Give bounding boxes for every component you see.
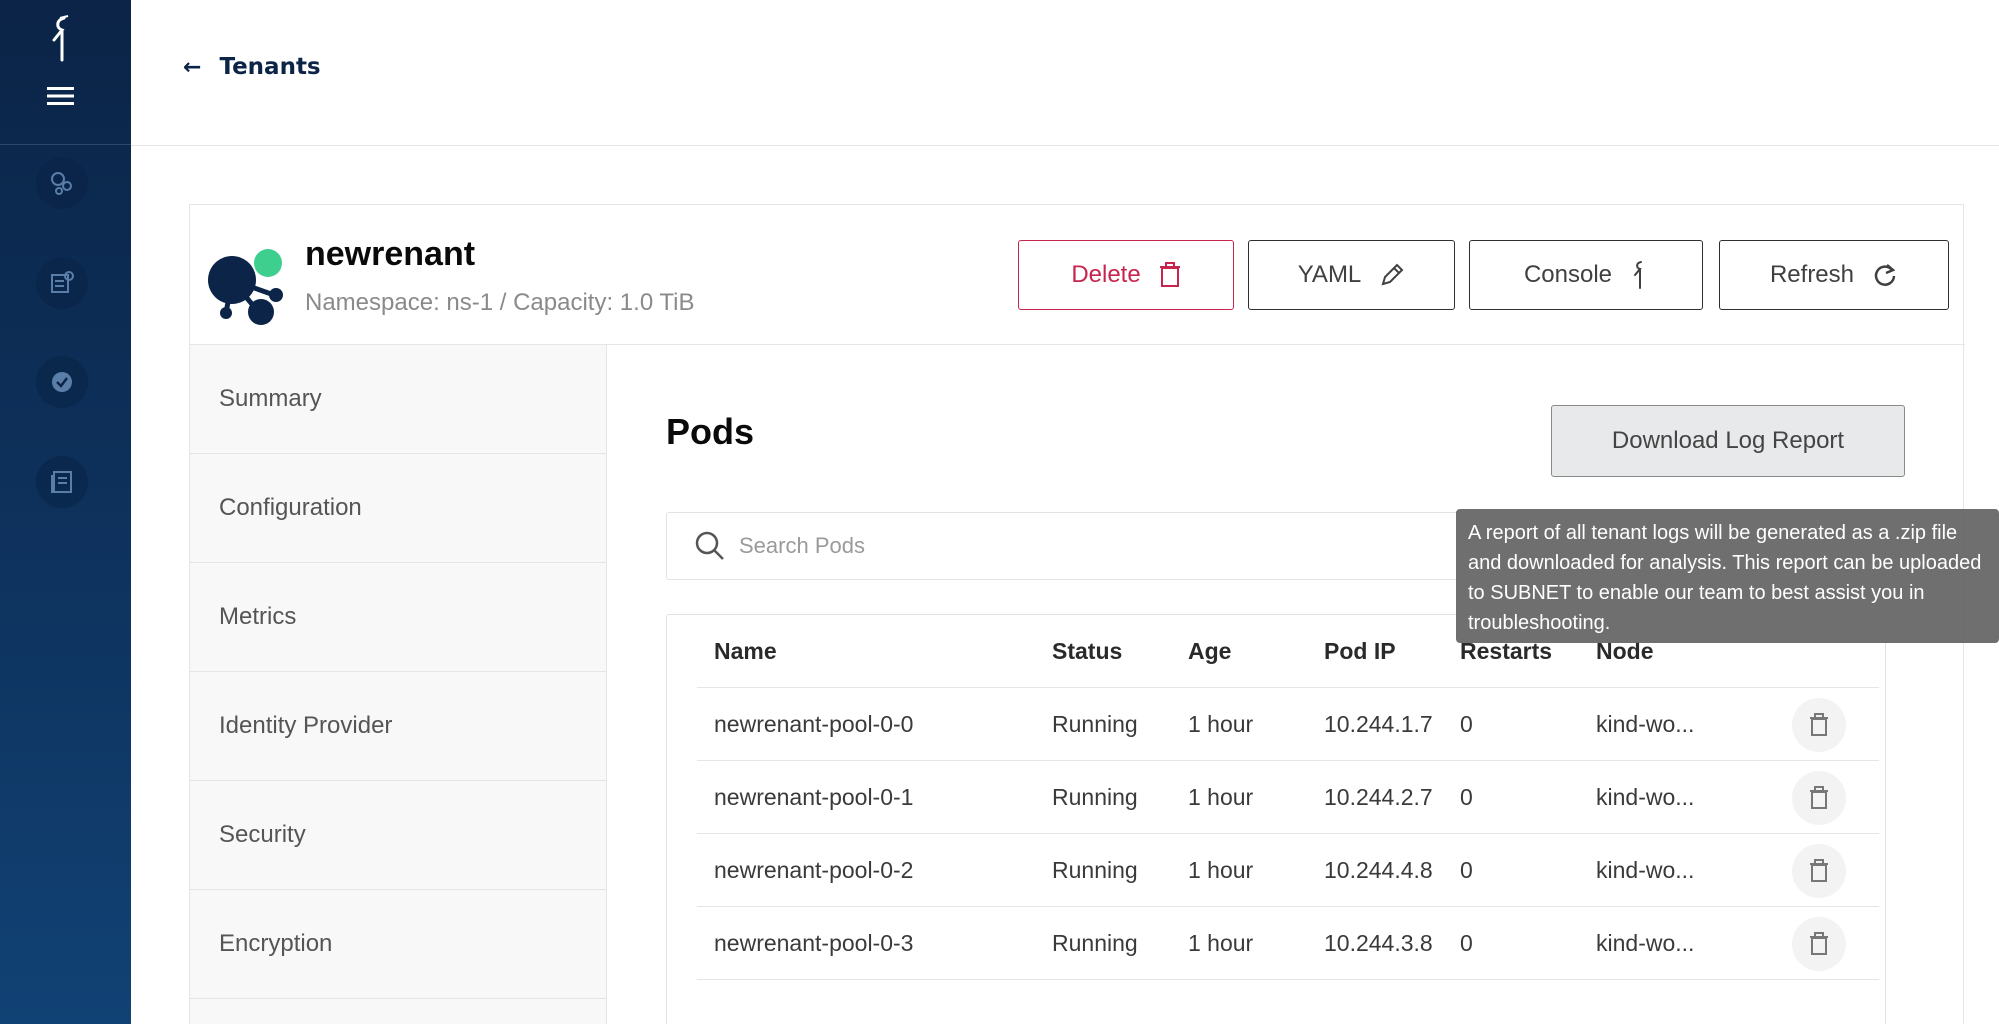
pencil-icon: [1381, 263, 1404, 286]
yaml-button[interactable]: YAML: [1248, 240, 1455, 310]
delete-pod-button[interactable]: [1792, 844, 1846, 898]
top-bar: ← Tenants: [131, 0, 1999, 146]
tab-security[interactable]: Security: [190, 781, 606, 890]
table-row[interactable]: newrenant-pool-0-2 Running 1 hour 10.244…: [697, 834, 1879, 907]
tenants-icon: [51, 172, 72, 195]
pod-status: Running: [1052, 711, 1138, 737]
pod-ip: 10.244.1.7: [1324, 711, 1433, 737]
sidebar-item-register[interactable]: [36, 257, 88, 309]
refresh-icon: [1874, 264, 1896, 286]
sidebar-divider: [0, 144, 131, 145]
pod-restarts: 0: [1460, 857, 1473, 883]
pod-ip: 10.244.4.8: [1324, 857, 1433, 883]
download-report-tooltip: A report of all tenant logs will be gene…: [1456, 509, 1999, 643]
delete-button-label: Delete: [1071, 261, 1141, 288]
sidebar: [0, 0, 131, 1024]
console-button-label: Console: [1523, 261, 1613, 288]
pod-node: kind-wo...: [1596, 784, 1695, 810]
pod-status: Running: [1052, 930, 1138, 956]
pod-ip: 10.244.2.7: [1324, 784, 1433, 810]
minio-bird-icon: [1634, 261, 1643, 289]
tenant-tabs: Summary Configuration Metrics Identity P…: [190, 345, 607, 1024]
tab-identity-provider[interactable]: Identity Provider: [190, 672, 606, 781]
tenant-logo-icon: [208, 249, 283, 325]
tab-configuration[interactable]: Configuration: [190, 454, 606, 563]
pod-node: kind-wo...: [1596, 711, 1695, 737]
tenant-name: newrenant: [305, 235, 476, 273]
trash-icon: [1810, 859, 1828, 882]
refresh-button[interactable]: Refresh: [1719, 240, 1949, 310]
sidebar-item-documentation[interactable]: [36, 456, 88, 508]
column-header-status[interactable]: Status: [1052, 615, 1122, 688]
trash-icon: [1810, 786, 1828, 809]
pod-age: 1 hour: [1188, 711, 1254, 737]
pods-title: Pods: [666, 411, 755, 452]
arrow-left-icon: ←: [183, 54, 202, 80]
pod-restarts: 0: [1460, 711, 1473, 737]
pod-age: 1 hour: [1188, 857, 1254, 883]
search-icon: [695, 531, 724, 560]
documentation-icon: [51, 471, 72, 493]
register-icon: [51, 271, 74, 293]
column-header-age[interactable]: Age: [1188, 615, 1231, 688]
pod-age: 1 hour: [1188, 784, 1254, 810]
delete-pod-button[interactable]: [1792, 771, 1846, 825]
minio-logo-icon[interactable]: [44, 14, 78, 64]
pod-node: kind-wo...: [1596, 857, 1695, 883]
column-header-name[interactable]: Name: [714, 615, 777, 688]
tenant-header: newrenant Namespace: ns-1 / Capacity: 1.…: [190, 205, 1965, 345]
pod-status: Running: [1052, 784, 1138, 810]
pod-name: newrenant-pool-0-1: [714, 784, 914, 810]
delete-pod-button[interactable]: [1792, 698, 1846, 752]
pod-restarts: 0: [1460, 930, 1473, 956]
tab-encryption[interactable]: Encryption: [190, 890, 606, 999]
sidebar-item-license[interactable]: [36, 356, 88, 408]
refresh-button-label: Refresh: [1769, 261, 1855, 288]
pod-node: kind-wo...: [1596, 930, 1695, 956]
back-to-tenants-link[interactable]: ← Tenants: [183, 54, 321, 80]
back-link-label: Tenants: [219, 54, 321, 80]
yaml-button-label: YAML: [1297, 261, 1362, 288]
sidebar-item-tenants[interactable]: [36, 157, 88, 209]
pod-name: newrenant-pool-0-2: [714, 857, 914, 883]
column-header-pod-ip[interactable]: Pod IP: [1324, 615, 1396, 688]
tenant-namespace-capacity: Namespace: ns-1 / Capacity: 1.0 TiB: [305, 289, 695, 316]
table-row[interactable]: newrenant-pool-0-0 Running 1 hour 10.244…: [697, 688, 1879, 761]
pod-name: newrenant-pool-0-3: [714, 930, 914, 956]
delete-pod-button[interactable]: [1792, 917, 1846, 971]
badge-check-icon: [52, 372, 72, 392]
delete-button[interactable]: Delete: [1018, 240, 1234, 310]
pods-table: Name Status Age Pod IP Restarts Node new…: [666, 614, 1886, 1024]
tab-metrics[interactable]: Metrics: [190, 563, 606, 672]
trash-icon: [1159, 262, 1180, 287]
trash-icon: [1810, 713, 1828, 736]
pod-restarts: 0: [1460, 784, 1473, 810]
search-pods-input[interactable]: [739, 533, 1439, 559]
console-button[interactable]: Console: [1469, 240, 1703, 310]
table-row[interactable]: newrenant-pool-0-1 Running 1 hour 10.244…: [697, 761, 1879, 834]
pod-name: newrenant-pool-0-0: [714, 711, 914, 737]
hamburger-menu-icon[interactable]: [47, 86, 74, 106]
trash-icon: [1810, 932, 1828, 955]
pod-age: 1 hour: [1188, 930, 1254, 956]
pod-status: Running: [1052, 857, 1138, 883]
pod-ip: 10.244.3.8: [1324, 930, 1433, 956]
table-row[interactable]: newrenant-pool-0-3 Running 1 hour 10.244…: [697, 907, 1879, 980]
pods-panel: Pods Download Log Report Name Status Age…: [607, 345, 1965, 1024]
tab-summary[interactable]: Summary: [190, 345, 606, 454]
download-log-report-button[interactable]: Download Log Report: [1551, 405, 1905, 477]
